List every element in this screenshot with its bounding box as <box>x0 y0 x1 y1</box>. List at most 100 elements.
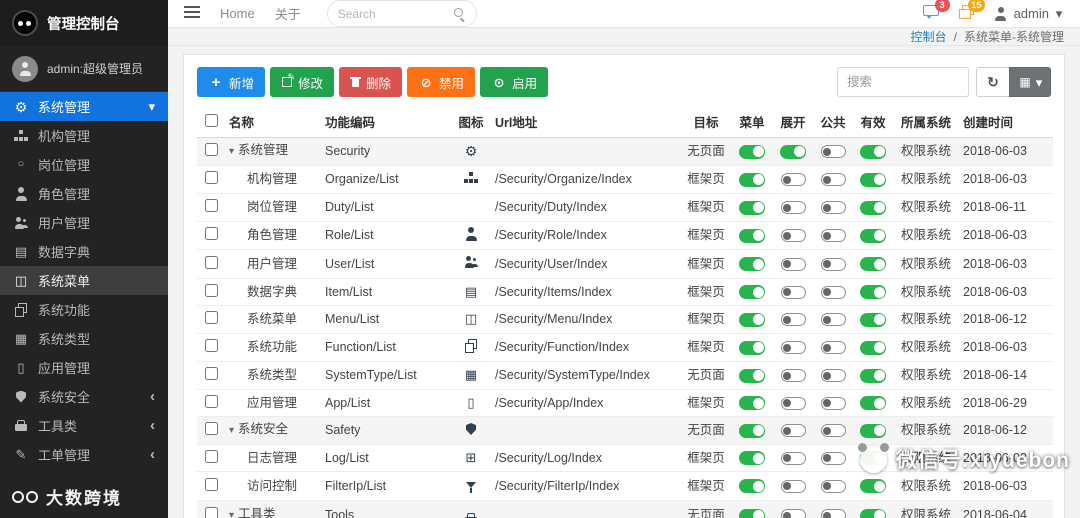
expand-toggle[interactable] <box>780 341 806 355</box>
nav-link-about[interactable]: 关于 <box>275 4 301 23</box>
menu-toggle[interactable] <box>739 451 765 466</box>
valid-toggle[interactable] <box>860 200 886 215</box>
expand-toggle[interactable] <box>780 369 806 383</box>
menu-toggle[interactable] <box>739 312 765 327</box>
menu-toggle[interactable] <box>739 368 765 383</box>
menu-toggle[interactable] <box>739 396 765 411</box>
add-button[interactable]: 新增 <box>197 67 266 97</box>
public-toggle[interactable] <box>820 479 846 493</box>
row-checkbox[interactable] <box>204 507 218 518</box>
row-checkbox[interactable] <box>204 227 218 240</box>
row-checkbox[interactable] <box>204 171 218 184</box>
sidebar-item-role-management[interactable]: 角色管理 <box>0 179 168 208</box>
messages-button[interactable]: 3 <box>922 0 950 22</box>
sidebar-item-data-dictionary[interactable]: 数据字典 <box>0 237 168 266</box>
expand-toggle[interactable] <box>780 509 806 518</box>
expand-toggle[interactable] <box>780 229 806 243</box>
delete-button[interactable]: 删除 <box>339 67 403 97</box>
table-row-system-type[interactable]: 系统类型 SystemType/List/Security/SystemType/… <box>197 361 1053 390</box>
sidebar-item-tools[interactable]: 工具类 <box>0 411 168 440</box>
table-row-access-control[interactable]: 访问控制 FilterIp/List/Security/FilterIp/Inde… <box>197 471 1053 501</box>
sidebar-item-work-orders[interactable]: 工单管理 <box>0 440 168 469</box>
expand-toggle[interactable] <box>780 257 806 271</box>
table-row-system-function[interactable]: 系统功能 Function/List/Security/Function/Inde… <box>197 333 1053 362</box>
valid-toggle[interactable] <box>860 396 886 411</box>
notifications-button[interactable]: 15 <box>958 0 985 22</box>
enable-button[interactable]: 启用 <box>480 67 549 97</box>
row-checkbox[interactable] <box>204 255 218 269</box>
expand-toggle[interactable] <box>780 144 806 159</box>
public-toggle[interactable] <box>820 451 846 465</box>
valid-toggle[interactable] <box>860 228 886 243</box>
menu-toggle[interactable] <box>739 228 765 243</box>
public-toggle[interactable] <box>820 257 846 271</box>
table-search-input[interactable] <box>837 67 969 97</box>
menu-toggle[interactable] <box>739 340 765 355</box>
valid-toggle[interactable] <box>860 508 886 518</box>
expand-toggle[interactable] <box>780 424 806 438</box>
valid-toggle[interactable] <box>860 368 886 383</box>
table-row-app-management[interactable]: 应用管理 App/List/Security/App/Index框架页 权限系统20… <box>197 389 1053 417</box>
disable-button[interactable]: 禁用 <box>407 67 476 97</box>
public-toggle[interactable] <box>820 369 846 383</box>
menu-toggle[interactable] <box>739 257 765 272</box>
row-checkbox[interactable] <box>204 449 218 463</box>
tree-expand-icon[interactable]: ▾ <box>229 146 234 157</box>
columns-button[interactable] <box>1009 67 1051 97</box>
expand-toggle[interactable] <box>780 451 806 465</box>
menu-toggle[interactable] <box>739 285 765 300</box>
valid-toggle[interactable] <box>860 451 886 466</box>
public-toggle[interactable] <box>820 285 846 299</box>
valid-toggle[interactable] <box>860 479 886 494</box>
menu-toggle[interactable] <box>739 508 765 518</box>
expand-toggle[interactable] <box>780 396 806 410</box>
row-checkbox[interactable] <box>204 283 218 297</box>
edit-button[interactable]: 修改 <box>270 67 335 97</box>
public-toggle[interactable] <box>820 313 846 327</box>
sidebar-item-system-function[interactable]: 系统功能 <box>0 295 168 324</box>
valid-toggle[interactable] <box>860 312 886 327</box>
public-toggle[interactable] <box>820 424 846 438</box>
menu-toggle[interactable] <box>739 423 765 438</box>
sidebar-item-system-management[interactable]: 系统管理 <box>0 92 168 121</box>
valid-toggle[interactable] <box>860 172 886 187</box>
public-toggle[interactable] <box>820 229 846 243</box>
public-toggle[interactable] <box>820 509 846 518</box>
row-checkbox[interactable] <box>204 199 218 212</box>
tree-expand-icon[interactable]: ▾ <box>229 425 234 436</box>
valid-toggle[interactable] <box>860 423 886 438</box>
table-row-system-security[interactable]: ▾ 系统安全 Safety 无页面 权限系统 2018-06-12 <box>197 416 1053 445</box>
valid-toggle[interactable] <box>860 340 886 355</box>
table-row-post-management[interactable]: 岗位管理 Duty/List/Security/Duty/Index 框架页 权限系统… <box>197 193 1053 222</box>
valid-toggle[interactable] <box>860 144 886 159</box>
expand-toggle[interactable] <box>780 285 806 299</box>
sidebar-item-system-type[interactable]: 系统类型 <box>0 324 168 353</box>
refresh-button[interactable] <box>976 67 1010 97</box>
sidebar-item-post-management[interactable]: 岗位管理 <box>0 150 168 179</box>
user-menu[interactable]: admin <box>993 6 1064 21</box>
public-toggle[interactable] <box>820 173 846 187</box>
row-checkbox[interactable] <box>204 339 218 352</box>
topbar-search-input[interactable] <box>337 6 453 21</box>
tree-expand-icon[interactable]: ▾ <box>229 510 234 518</box>
public-toggle[interactable] <box>820 396 846 410</box>
select-all-checkbox[interactable] <box>204 113 218 127</box>
nav-link-home[interactable]: Home <box>220 6 255 21</box>
expand-toggle[interactable] <box>780 479 806 493</box>
public-toggle[interactable] <box>820 341 846 355</box>
table-row-system-management[interactable]: ▾ 系统管理 Security 无页面 权限系统2018-06-03 <box>197 137 1053 166</box>
row-checkbox[interactable] <box>204 477 218 491</box>
public-toggle[interactable] <box>820 201 846 215</box>
table-row-system-menu[interactable]: 系统菜单 Menu/List/Security/Menu/Index框架页 权限系统… <box>197 305 1053 334</box>
sidebar-item-user-management[interactable]: 用户管理 <box>0 208 168 237</box>
breadcrumb-home-link[interactable]: 控制台 <box>911 28 947 45</box>
sidebar-item-system-security[interactable]: 系统安全 <box>0 382 168 411</box>
menu-toggle[interactable] <box>739 200 765 215</box>
table-row-data-dictionary[interactable]: 数据字典 Item/List/Security/Items/Index框架页 权限系… <box>197 278 1053 306</box>
expand-toggle[interactable] <box>780 201 806 215</box>
menu-toggle[interactable] <box>739 479 765 494</box>
expand-toggle[interactable] <box>780 313 806 327</box>
sidebar-item-system-menu[interactable]: 系统菜单 <box>0 266 168 295</box>
expand-toggle[interactable] <box>780 173 806 187</box>
public-toggle[interactable] <box>820 145 846 159</box>
